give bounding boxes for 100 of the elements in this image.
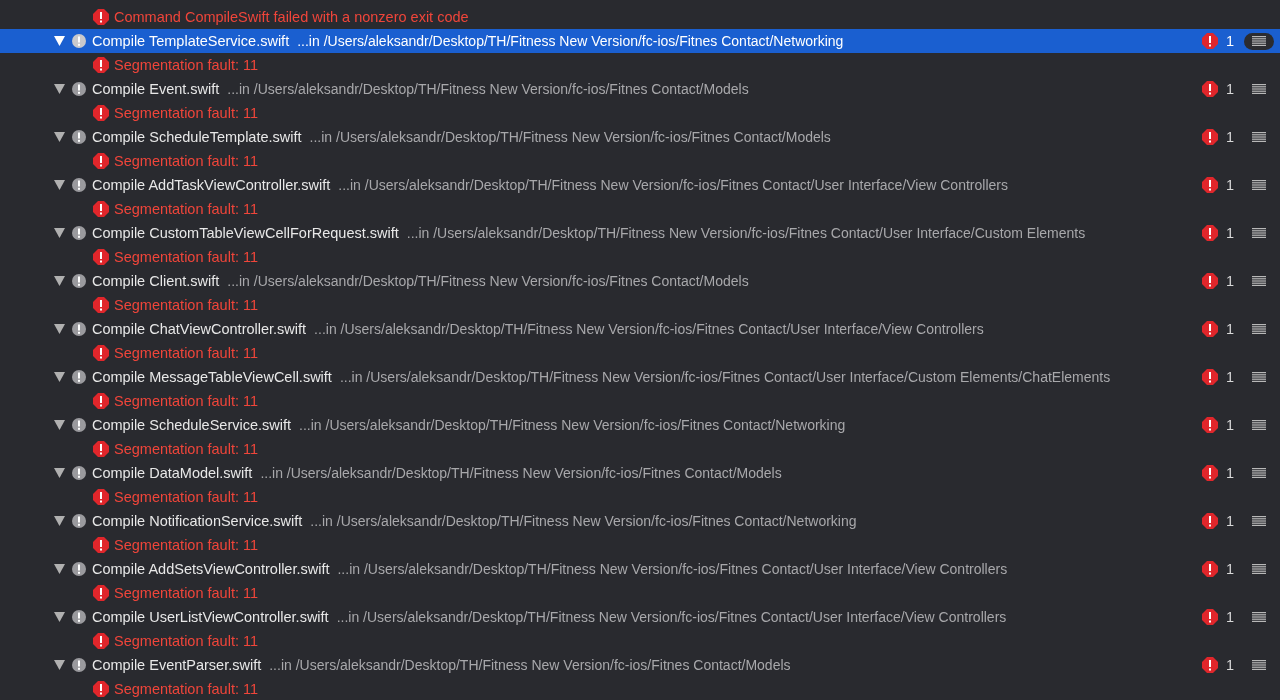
build-issue-row[interactable]: Compile ScheduleService.swift ...in /Users/aleksandr/Desktop/TH/Fitness New Version/fc-ios/Fitnes Contact/Networking 1 bbox=[0, 413, 1280, 437]
build-issue-row[interactable]: Compile Client.swift ...in /Users/aleksandr/Desktop/TH/Fitness New Version/fc-ios/Fitnes Contact/Models 1 bbox=[0, 269, 1280, 293]
build-issue-row[interactable]: Compile Event.swift ...in /Users/aleksandr/Desktop/TH/Fitness New Version/fc-ios/Fitnes Contact/Models 1 bbox=[0, 77, 1280, 101]
disclosure-triangle-icon[interactable] bbox=[54, 612, 65, 622]
disclosure-triangle-icon[interactable] bbox=[54, 276, 65, 286]
error-icon bbox=[1202, 273, 1218, 289]
disclosure-triangle-icon[interactable] bbox=[54, 36, 65, 46]
error-message: Segmentation fault: 11 bbox=[114, 201, 259, 217]
error-count: 1 bbox=[1226, 609, 1236, 625]
error-count: 1 bbox=[1226, 273, 1236, 289]
error-count: 1 bbox=[1226, 513, 1236, 529]
disclosure-triangle-icon[interactable] bbox=[54, 132, 65, 142]
error-message: Segmentation fault: 11 bbox=[114, 633, 259, 649]
error-message: Segmentation fault: 11 bbox=[114, 441, 259, 457]
error-message: Segmentation fault: 11 bbox=[114, 393, 259, 409]
menu-button[interactable] bbox=[1244, 32, 1274, 50]
build-issue-row[interactable]: Compile ScheduleTemplate.swift ...in /Users/aleksandr/Desktop/TH/Fitness New Version/fc-ios/Fitnes Contact/Models 1 bbox=[0, 125, 1280, 149]
error-message: Segmentation fault: 11 bbox=[114, 681, 259, 697]
lines-icon bbox=[1252, 515, 1266, 527]
build-issue-row[interactable]: Compile ChatViewController.swift ...in /Users/aleksandr/Desktop/TH/Fitness New Version/fc-ios/Fitnes Contact/User Interface/View Controllers 1 bbox=[0, 317, 1280, 341]
build-issue-row[interactable]: Compile AddTaskViewController.swift ...in /Users/aleksandr/Desktop/TH/Fitness New Version/fc-ios/Fitnes Contact/User Interface/View Controllers 1 bbox=[0, 173, 1280, 197]
disclosure-triangle-icon[interactable] bbox=[54, 180, 65, 190]
disclosure-triangle-icon[interactable] bbox=[54, 228, 65, 238]
disclosure-triangle-icon[interactable] bbox=[54, 84, 65, 94]
build-issue-row[interactable]: Compile NotificationService.swift ...in /Users/aleksandr/Desktop/TH/Fitness New Version/fc-ios/Fitnes Contact/Networking 1 bbox=[0, 509, 1280, 533]
lines-icon bbox=[1252, 611, 1266, 623]
error-message: Segmentation fault: 11 bbox=[114, 585, 259, 601]
error-icon bbox=[93, 393, 109, 409]
file-title: Compile ScheduleService.swift bbox=[92, 417, 292, 433]
disclosure-triangle-icon[interactable] bbox=[54, 372, 65, 382]
warning-icon bbox=[72, 466, 86, 480]
file-title: Compile MessageTableViewCell.swift bbox=[92, 369, 332, 385]
build-issue-row[interactable]: Compile EventParser.swift ...in /Users/aleksandr/Desktop/TH/Fitness New Version/fc-ios/Fitnes Contact/Models 1 bbox=[0, 653, 1280, 677]
error-count: 1 bbox=[1226, 369, 1236, 385]
disclosure-triangle-icon[interactable] bbox=[54, 660, 65, 670]
error-icon bbox=[1202, 129, 1218, 145]
build-issue-row[interactable]: Compile TemplateService.swift ...in /Users/aleksandr/Desktop/TH/Fitness New Version/fc-ios/Fitnes Contact/Networking 1 bbox=[0, 29, 1280, 53]
file-path: ...in /Users/aleksandr/Desktop/TH/Fitness New Version/fc-ios/Fitnes Contact/Networking bbox=[297, 33, 844, 49]
error-icon bbox=[1202, 225, 1218, 241]
error-icon bbox=[1202, 369, 1218, 385]
error-icon bbox=[1202, 465, 1218, 481]
error-message: Segmentation fault: 11 bbox=[114, 345, 259, 361]
error-count: 1 bbox=[1226, 177, 1236, 193]
warning-icon bbox=[72, 370, 86, 384]
build-issue-row[interactable]: Compile MessageTableViewCell.swift ...in /Users/aleksandr/Desktop/TH/Fitness New Version/fc-ios/Fitnes Contact/User Interface/Custom Elements/ChatElements 1 bbox=[0, 365, 1280, 389]
error-icon bbox=[93, 681, 109, 697]
file-title: Compile ChatViewController.swift bbox=[92, 321, 307, 337]
error-message: Segmentation fault: 11 bbox=[114, 153, 259, 169]
file-title: Compile EventParser.swift bbox=[92, 657, 262, 673]
lines-icon bbox=[1252, 371, 1266, 383]
warning-icon bbox=[72, 178, 86, 192]
error-count: 1 bbox=[1226, 129, 1236, 145]
error-icon bbox=[1202, 609, 1218, 625]
disclosure-triangle-icon[interactable] bbox=[54, 420, 65, 430]
error-message: Segmentation fault: 11 bbox=[114, 105, 259, 121]
error-message: Segmentation fault: 11 bbox=[114, 57, 259, 73]
error-icon bbox=[1202, 561, 1218, 577]
error-icon bbox=[1202, 81, 1218, 97]
warning-icon bbox=[72, 658, 86, 672]
file-title: Compile TemplateService.swift bbox=[92, 33, 290, 49]
file-path: ...in /Users/aleksandr/Desktop/TH/Fitness New Version/fc-ios/Fitnes Contact/Models bbox=[260, 465, 782, 481]
lines-icon bbox=[1252, 467, 1266, 479]
error-icon bbox=[93, 249, 109, 265]
build-issue-row[interactable]: Compile DataModel.swift ...in /Users/aleksandr/Desktop/TH/Fitness New Version/fc-ios/Fitnes Contact/Models 1 bbox=[0, 461, 1280, 485]
build-issue-row[interactable]: Compile UserListViewController.swift ...in /Users/aleksandr/Desktop/TH/Fitness New Version/fc-ios/Fitnes Contact/User Interface/View Controllers 1 bbox=[0, 605, 1280, 629]
file-path: ...in /Users/aleksandr/Desktop/TH/Fitness New Version/fc-ios/Fitnes Contact/User Interface/Custom Elements/ChatElements bbox=[339, 369, 1111, 385]
error-count: 1 bbox=[1226, 417, 1236, 433]
warning-icon bbox=[72, 34, 86, 48]
build-issue-row[interactable]: Compile AddSetsViewController.swift ...in /Users/aleksandr/Desktop/TH/Fitness New Version/fc-ios/Fitnes Contact/User Interface/View Controllers 1 bbox=[0, 557, 1280, 581]
lines-icon bbox=[1252, 35, 1266, 47]
file-path: ...in /Users/aleksandr/Desktop/TH/Fitness New Version/fc-ios/Fitnes Contact/Networking bbox=[299, 417, 846, 433]
warning-icon bbox=[72, 130, 86, 144]
error-count: 1 bbox=[1226, 657, 1236, 673]
error-icon bbox=[1202, 177, 1218, 193]
error-count: 1 bbox=[1226, 81, 1236, 97]
lines-icon bbox=[1252, 227, 1266, 239]
error-icon bbox=[1202, 657, 1218, 673]
file-title: Compile DataModel.swift bbox=[92, 465, 253, 481]
error-message: Segmentation fault: 11 bbox=[114, 489, 259, 505]
error-icon bbox=[93, 345, 109, 361]
error-icon bbox=[93, 633, 109, 649]
file-title: Compile ScheduleTemplate.swift bbox=[92, 129, 302, 145]
warning-icon bbox=[72, 562, 86, 576]
error-count: 1 bbox=[1226, 465, 1236, 481]
file-path: ...in /Users/aleksandr/Desktop/TH/Fitness New Version/fc-ios/Fitnes Contact/Models bbox=[227, 273, 749, 289]
lines-icon bbox=[1252, 179, 1266, 191]
lines-icon bbox=[1252, 275, 1266, 287]
file-title: Compile AddTaskViewController.swift bbox=[92, 177, 331, 193]
lines-icon bbox=[1252, 323, 1266, 335]
disclosure-triangle-icon[interactable] bbox=[54, 324, 65, 334]
error-icon bbox=[93, 297, 109, 313]
build-issue-row[interactable]: Compile CustomTableViewCellForRequest.swift ...in /Users/aleksandr/Desktop/TH/Fitness New Version/fc-ios/Fitnes Contact/User Interface/Custom Elements 1 bbox=[0, 221, 1280, 245]
disclosure-triangle-icon[interactable] bbox=[54, 564, 65, 574]
disclosure-triangle-icon[interactable] bbox=[54, 468, 65, 478]
error-message: Segmentation fault: 11 bbox=[114, 537, 259, 553]
disclosure-triangle-icon[interactable] bbox=[54, 516, 65, 526]
file-title: Compile Client.swift bbox=[92, 273, 220, 289]
error-icon bbox=[93, 153, 109, 169]
file-path: ...in /Users/aleksandr/Desktop/TH/Fitness New Version/fc-ios/Fitnes Contact/User Interface/Custom Elements bbox=[406, 225, 1086, 241]
file-title: Compile Event.swift bbox=[92, 81, 220, 97]
